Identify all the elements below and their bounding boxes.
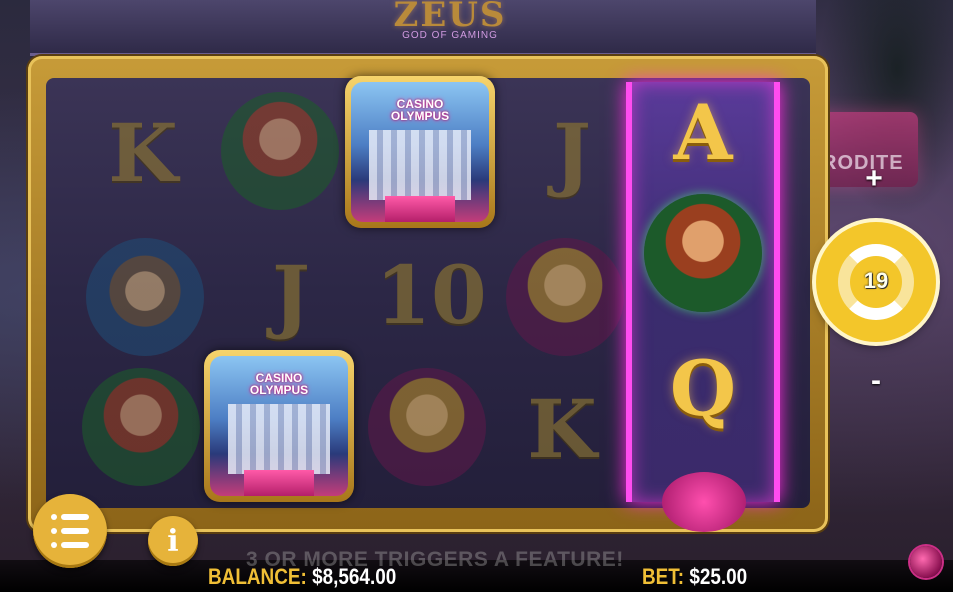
spin-button[interactable]: 19 (816, 222, 936, 342)
menu-icon-line (61, 528, 89, 534)
logo-title: ZEUS (393, 0, 507, 35)
balance-label: BALANCE: (208, 564, 307, 589)
symbol-lady-green (82, 368, 200, 486)
bet-display: BET: $25.00 (642, 564, 747, 590)
decrease-bet-button[interactable]: - (860, 366, 892, 398)
symbol-j: J (272, 248, 310, 342)
symbol-k: K (527, 382, 597, 476)
symbol-lady-pink (506, 238, 624, 356)
info-icon: i (167, 524, 179, 559)
scatter-line2: OLYMPUS (390, 109, 450, 123)
menu-icon-line (61, 514, 89, 520)
symbol-k: K (108, 106, 178, 200)
symbol-lady-pink (368, 368, 486, 486)
symbol-lady-green (644, 194, 762, 312)
balance-value: $8,564.00 (312, 564, 397, 589)
symbol-j: J (553, 106, 591, 200)
scatter-line2: OLYMPUS (249, 383, 309, 397)
symbol-zeus-blue (86, 238, 204, 356)
balance-display: BALANCE: $8,564.00 (208, 564, 396, 590)
menu-icon-dot (51, 528, 57, 534)
bet-value: $25.00 (689, 564, 748, 589)
symbol-a: A (673, 87, 733, 177)
symbol-q: Q (669, 343, 737, 433)
info-button[interactable]: i (148, 516, 198, 566)
symbol-ten: 10 (375, 248, 487, 342)
partial-symbol (662, 472, 746, 532)
menu-icon-line (61, 542, 89, 548)
menu-icon (51, 514, 57, 520)
game-logo: ZEUS GOD OF GAMING (375, 0, 525, 46)
temple-roof: ZEUS GOD OF GAMING (30, 0, 816, 56)
scatter-casino-olympus: CASINO OLYMPUS (204, 350, 354, 502)
bet-label: BET: (642, 564, 685, 589)
symbol-lady-green (221, 92, 339, 210)
highlighted-reel: A Q (626, 82, 780, 532)
spins-remaining: 19 (863, 268, 889, 293)
menu-icon-dot (51, 542, 57, 548)
increase-bet-button[interactable]: + (858, 164, 890, 196)
provider-logo-icon (910, 546, 942, 578)
menu-button[interactable] (33, 494, 107, 568)
scatter-casino-olympus: CASINO OLYMPUS (345, 76, 495, 228)
